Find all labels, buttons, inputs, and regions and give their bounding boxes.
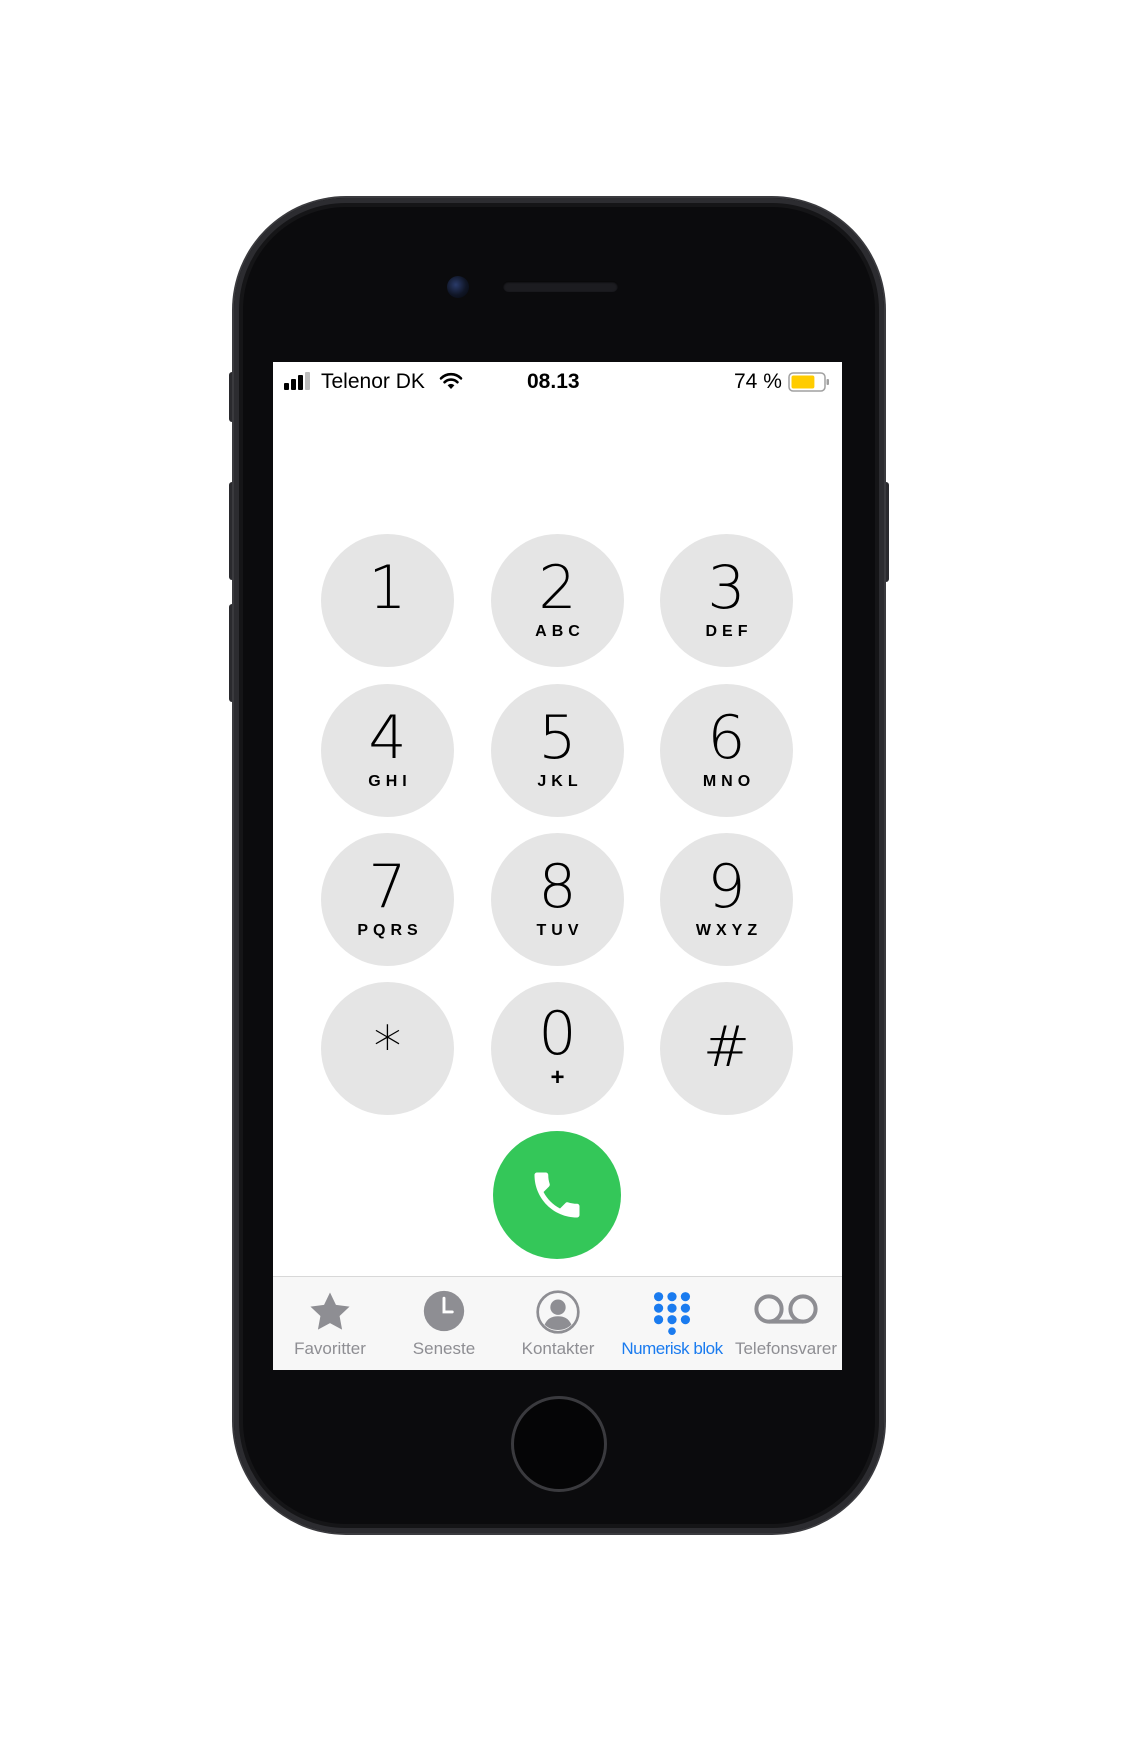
key-7[interactable]: 7 PQRS	[321, 833, 454, 966]
key-letters: PQRS	[357, 922, 423, 939]
tab-label: Kontakter	[521, 1339, 595, 1358]
key-digit: 6	[707, 703, 746, 773]
key-3[interactable]: 3 DEF	[660, 534, 793, 667]
key-letters: TUV	[536, 922, 584, 939]
key-digit: 1	[368, 553, 407, 623]
battery-percentage: 74 %	[734, 370, 782, 393]
tab-label: Telefonsvarer	[734, 1339, 838, 1358]
key-0[interactable]: 0 +	[491, 982, 624, 1115]
voicemail-icon	[754, 1294, 818, 1324]
key-digit: 3	[707, 553, 746, 623]
tab-favoritter[interactable]: Favoritter	[273, 1277, 387, 1370]
carrier-name: Telenor DK	[321, 370, 425, 393]
clock-time: 08.13	[527, 370, 580, 393]
key-digit: 0	[538, 999, 577, 1069]
tab-numerisk-blok[interactable]: Numerisk blok	[615, 1277, 729, 1370]
phone-screen: Telenor DK 08.13 74 % 1 2 ABC 3 DEF 4 GH…	[273, 362, 842, 1370]
key-letters: MNO	[702, 773, 756, 790]
key-digit: *	[373, 1015, 402, 1080]
tab-label: Favoritter	[294, 1339, 366, 1358]
key-4[interactable]: 4 GHI	[321, 684, 454, 817]
key-letters: WXYZ	[695, 922, 763, 939]
key-digit: 2	[538, 553, 577, 623]
tab-label: Numerisk blok	[621, 1339, 723, 1358]
key-digit: 8	[538, 852, 577, 922]
star-icon	[310, 1292, 350, 1330]
keypad-grid-icon	[653, 1292, 691, 1335]
earpiece-speaker	[503, 281, 618, 292]
key-1[interactable]: 1	[321, 534, 454, 667]
key-digit: 9	[707, 852, 746, 922]
key-digit: 5	[538, 703, 577, 773]
clock-icon	[423, 1290, 465, 1332]
status-bar: Telenor DK 08.13 74 %	[273, 362, 842, 402]
key-letters: +	[550, 1064, 565, 1091]
key-letters: GHI	[368, 773, 412, 790]
key-hash[interactable]: #	[660, 982, 793, 1115]
phone-icon	[534, 1172, 580, 1218]
key-digit: #	[703, 1015, 750, 1080]
key-2[interactable]: 2 ABC	[491, 534, 624, 667]
key-digit: 7	[368, 852, 407, 922]
key-5[interactable]: 5 JKL	[491, 684, 624, 817]
tab-kontakter[interactable]: Kontakter	[501, 1277, 615, 1370]
key-star[interactable]: *	[321, 982, 454, 1115]
call-button[interactable]	[493, 1131, 621, 1259]
home-button[interactable]	[511, 1396, 607, 1492]
signal-strength-icon	[284, 372, 314, 390]
tab-label: Seneste	[412, 1339, 476, 1358]
key-letters: JKL	[537, 773, 583, 790]
key-letters: DEF	[705, 623, 753, 640]
key-8[interactable]: 8 TUV	[491, 833, 624, 966]
tab-bar: Favoritter Seneste Kontakter Numerisk bl…	[273, 1276, 842, 1370]
wifi-icon	[439, 372, 463, 389]
tab-telefonsvarer[interactable]: Telefonsvarer	[729, 1277, 842, 1370]
battery-icon	[788, 372, 829, 392]
key-digit: 4	[368, 703, 407, 773]
tab-seneste[interactable]: Seneste	[387, 1277, 501, 1370]
key-9[interactable]: 9 WXYZ	[660, 833, 793, 966]
key-letters: ABC	[535, 623, 585, 640]
front-camera	[447, 276, 469, 298]
key-6[interactable]: 6 MNO	[660, 684, 793, 817]
person-circle-icon	[536, 1290, 580, 1334]
